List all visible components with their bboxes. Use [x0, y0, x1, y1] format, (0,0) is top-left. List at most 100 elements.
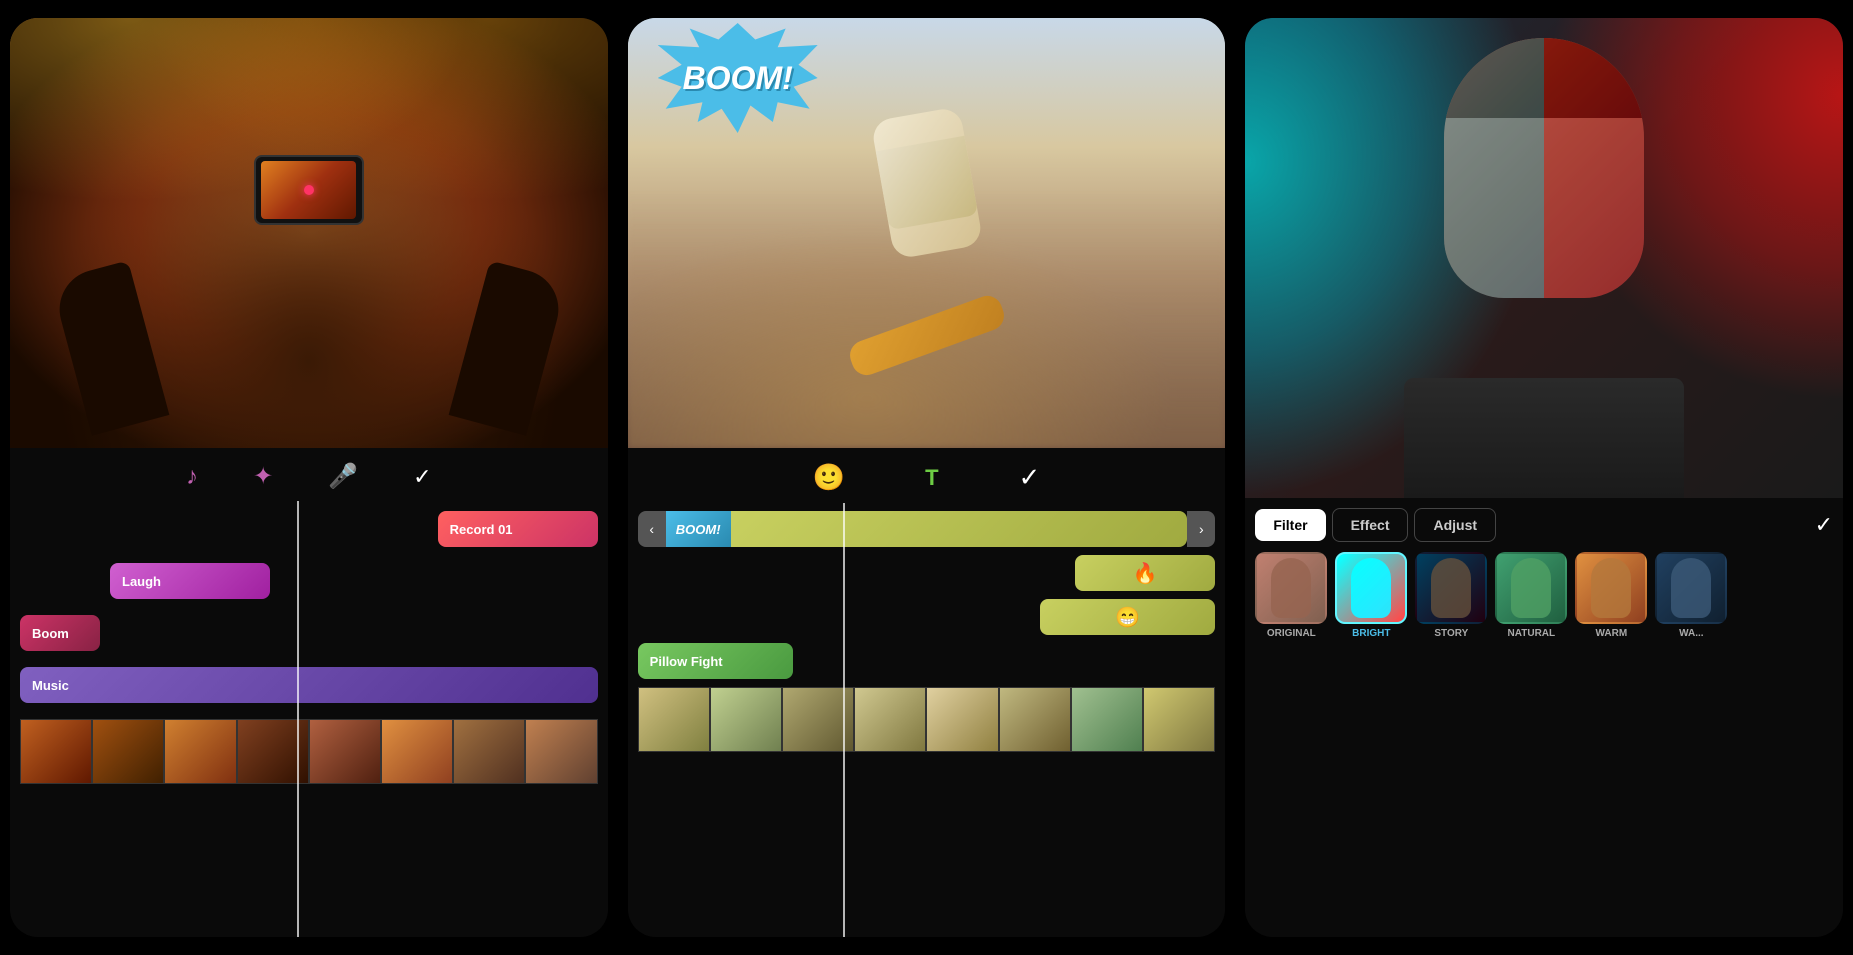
thumbnail-person-shape: [1511, 558, 1551, 618]
confirm-button[interactable]: ✓: [413, 464, 431, 490]
boom-track-right-arrow[interactable]: ›: [1187, 511, 1215, 547]
video-preview-3: [1245, 18, 1843, 498]
filter-extra-label: WA...: [1679, 628, 1703, 639]
filmstrip-frame: [453, 719, 525, 784]
track-record01-row: Record 01: [20, 511, 598, 555]
filmstrip-frame: [381, 719, 453, 784]
filter-natural-label: NATURAL: [1508, 628, 1556, 639]
video-preview-1: [10, 18, 608, 448]
app-container: ♪ ✦ 🎤 ✓ Record 01 Laugh Boom: [0, 0, 1853, 955]
thumbnail-person: [1417, 554, 1485, 622]
filmstrip-frame: [638, 687, 710, 752]
filter-panel: Filter Effect Adjust ✓ ORIGINAL: [1245, 498, 1843, 937]
track-music-label: Music: [32, 678, 69, 693]
record-indicator: [304, 185, 314, 195]
face-red-shadow: [1544, 38, 1644, 298]
effects-icon[interactable]: ✦: [253, 462, 273, 491]
phone-screen-mini: [261, 161, 356, 219]
thumbnail-person-shape: [1271, 558, 1311, 618]
track-laugh-label: Laugh: [122, 574, 161, 589]
filter-story[interactable]: STORY: [1415, 552, 1487, 639]
text-icon[interactable]: T: [925, 465, 938, 491]
video-preview-2: BOOM!: [628, 18, 1226, 448]
microphone-icon[interactable]: 🎤: [328, 462, 358, 491]
track-laugh[interactable]: Laugh: [110, 563, 270, 599]
thumbnail-person: [1657, 554, 1725, 622]
face-cyan-shadow: [1444, 38, 1544, 298]
fire-emoji-track[interactable]: 🔥: [1075, 555, 1215, 591]
boom-sticker[interactable]: BOOM!: [658, 23, 818, 133]
skateboard: [845, 292, 1007, 380]
boom-sticker-track: ‹ BOOM! ›: [638, 511, 1216, 547]
audio-toolbar: ♪ ✦ 🎤 ✓: [10, 448, 608, 501]
filter-original-label: ORIGINAL: [1267, 628, 1316, 639]
filter-natural-thumbnail: [1495, 552, 1567, 624]
filter-natural[interactable]: NATURAL: [1495, 552, 1567, 639]
tab-effect[interactable]: Effect: [1332, 508, 1409, 542]
boom-track-left-arrow[interactable]: ‹: [638, 511, 666, 547]
tab-filter[interactable]: Filter: [1255, 509, 1325, 541]
boom-track-chip[interactable]: BOOM!: [666, 511, 731, 547]
screen-filter-editor: Filter Effect Adjust ✓ ORIGINAL: [1245, 18, 1843, 937]
skater-shirt: [875, 136, 978, 230]
filter-story-label: STORY: [1434, 628, 1468, 639]
filter-warm-thumbnail: [1575, 552, 1647, 624]
filmstrip-frame: [710, 687, 782, 752]
filter-bright-label: BRIGHT: [1352, 628, 1390, 639]
filter-warm[interactable]: WARM: [1575, 552, 1647, 639]
boom-sticker-text: BOOM!: [658, 23, 818, 133]
track-boom[interactable]: Boom: [20, 615, 100, 651]
boom-track-label: BOOM!: [676, 522, 721, 537]
filmstrip-frame: [854, 687, 926, 752]
screen-sticker-editor: BOOM! 🙂 T ✓ ‹ BOOM! › 🔥: [628, 18, 1226, 937]
filmstrip-frame: [525, 719, 597, 784]
track-music[interactable]: Music: [20, 667, 598, 703]
track-music-row: Music: [20, 667, 598, 711]
thumbnail-person: [1497, 554, 1565, 622]
filmstrip-frame: [92, 719, 164, 784]
smile-emoji-track[interactable]: 😁: [1040, 599, 1215, 635]
filter-bright[interactable]: BRIGHT: [1335, 552, 1407, 639]
filter-original-thumbnail: [1255, 552, 1327, 624]
music-add-icon[interactable]: ♪: [186, 463, 198, 491]
filmstrip-frame: [1143, 687, 1215, 752]
filmstrip-frame: [1071, 687, 1143, 752]
stage-lights: [10, 18, 608, 276]
emoji-tracks: 🔥 😁: [638, 555, 1216, 635]
pillow-fight-label: Pillow Fight: [650, 654, 723, 669]
filter-story-thumbnail: [1415, 552, 1487, 624]
tab-adjust[interactable]: Adjust: [1414, 508, 1496, 542]
pillow-fight-chip[interactable]: Pillow Fight: [638, 643, 793, 679]
filmstrip-1: [20, 719, 598, 784]
filter-extra-thumbnail: [1655, 552, 1727, 624]
audio-timeline: Record 01 Laugh Boom Music: [10, 501, 608, 937]
filter-bright-thumbnail: [1335, 552, 1407, 624]
skater-figure: [817, 93, 1037, 373]
filter-warm-label: WARM: [1596, 628, 1628, 639]
thumbnail-person: [1257, 554, 1325, 622]
thumbnail-person: [1337, 554, 1405, 622]
portrait-person: [1245, 18, 1843, 498]
emoji-icon[interactable]: 🙂: [813, 462, 845, 493]
sticker-timeline: ‹ BOOM! › 🔥 😁 Pillow Fight: [628, 503, 1226, 937]
filter-list: ORIGINAL BRIGHT: [1255, 552, 1833, 639]
filmstrip-2: [638, 687, 1216, 752]
thumbnail-person-shape: [1431, 558, 1471, 618]
portrait-shirt: [1404, 378, 1684, 498]
thumbnail-person-shape: [1351, 558, 1391, 618]
track-laugh-row: Laugh: [20, 563, 598, 607]
filmstrip-frame: [999, 687, 1071, 752]
filter-original[interactable]: ORIGINAL: [1255, 552, 1327, 639]
playhead: [297, 501, 299, 937]
track-record01[interactable]: Record 01: [438, 511, 598, 547]
hand-right: [448, 260, 567, 435]
thumbnail-person-shape: [1671, 558, 1711, 618]
phone-in-hand: [254, 155, 364, 225]
filmstrip-frame: [309, 719, 381, 784]
hand-left: [51, 260, 170, 435]
filter-extra[interactable]: WA...: [1655, 552, 1727, 639]
sticker-toolbar: 🙂 T ✓: [628, 448, 1226, 503]
screen-audio-editor: ♪ ✦ 🎤 ✓ Record 01 Laugh Boom: [10, 18, 608, 937]
sticker-confirm-button[interactable]: ✓: [1019, 462, 1041, 493]
filter-confirm-button[interactable]: ✓: [1815, 512, 1833, 538]
